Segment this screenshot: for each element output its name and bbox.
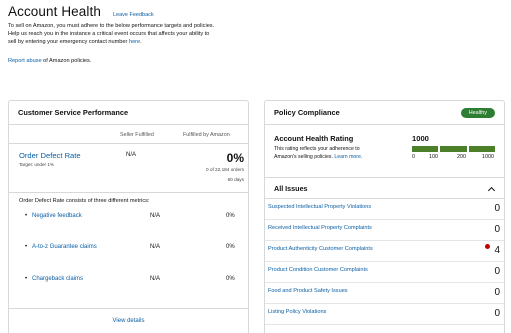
healthy-status-badge: Healthy [460, 107, 495, 118]
csp-panel-header: Customer Service Performance [9, 101, 248, 125]
intro-line-3: sell by entering your emergency contact … [8, 38, 258, 46]
metric-fba-value: 0% [226, 276, 235, 282]
metric-row-negative-feedback: • Negative feedback N/A 0% [9, 213, 248, 223]
tick-label: 100 [429, 154, 438, 160]
alert-icon [485, 244, 490, 249]
col-fulfilled-by-amazon: Fulfilled by Amazon [183, 132, 230, 138]
tick-label: 0 [412, 154, 415, 160]
chevron-up-icon[interactable] [488, 185, 495, 192]
policy-compliance-panel: Policy Compliance Healthy Account Health… [264, 100, 505, 333]
issue-product-authenticity-link[interactable]: Product Authenticity Customer Complaints [268, 246, 373, 252]
account-health-rating: Account Health Rating This rating reflec… [274, 134, 499, 160]
intro-line-3-suffix: . [140, 39, 142, 46]
ahr-description: This rating reflects your adherence to A… [274, 146, 394, 161]
leave-feedback-link[interactable]: Leave Feedback [113, 12, 154, 18]
ahr-desc-line-2: Amazon's selling policies. Learn more. [274, 154, 394, 162]
issue-listing-policy-link[interactable]: Listing Policy Violations [268, 309, 326, 315]
metric-seller-value: N/A [150, 276, 161, 282]
csp-column-headers: Seller Fulfilled Fulfilled by Amazon [9, 132, 248, 141]
order-defect-rate-link[interactable]: Order Defect Rate [19, 151, 81, 160]
bullet: • [25, 244, 28, 250]
odr-target: Target: under 1% [19, 162, 54, 167]
learn-more-link[interactable]: Learn more. [334, 154, 362, 160]
issue-row: Product Condition Customer Complaints 0 [265, 262, 504, 283]
pc-panel-header: Policy Compliance Healthy [265, 101, 504, 125]
rating-bar-segment [440, 146, 467, 152]
negative-feedback-link[interactable]: Negative feedback [32, 213, 82, 219]
col-seller-fulfilled: Seller Fulfilled [120, 132, 154, 138]
odr-seller-value: N/A [126, 152, 137, 158]
customer-service-performance-panel: Customer Service Performance Seller Fulf… [8, 100, 249, 333]
intro-line-2: Help us reach you in the instance a crit… [8, 31, 210, 38]
chargeback-claims-link[interactable]: Chargeback claims [32, 276, 83, 282]
issue-food-product-safety-link[interactable]: Food and Product Safety Issues [268, 288, 348, 294]
all-issues-title: All Issues [274, 183, 308, 193]
issue-row: Suspected Intellectual Property Violatio… [265, 199, 504, 220]
pc-title: Policy Compliance [274, 108, 340, 117]
divider [9, 143, 248, 144]
ahr-desc-line-2-text: Amazon's selling policies. [274, 153, 335, 160]
issue-count: 0 [494, 287, 500, 298]
intro-line-3-text: sell by entering your emergency contact … [8, 39, 129, 46]
report-abuse-line: Report abuse of Amazon policies. [8, 58, 91, 64]
issue-row: Received Intellectual Property Complaint… [265, 220, 504, 241]
issue-row: Food and Product Safety Issues 0 [265, 283, 504, 304]
issue-count: 0 [494, 308, 500, 319]
rating-bar-segment [412, 146, 439, 152]
issue-row: Listing Policy Violations 0 [265, 304, 504, 325]
odr-fba-value: 0% [226, 151, 244, 165]
metric-row-a-to-z-claims: • A-to-z Guarantee claims N/A 0% [9, 244, 248, 254]
metric-seller-value: N/A [150, 244, 161, 250]
issue-count: 0 [494, 203, 500, 214]
page-header: Account Health Leave Feedback To sell on… [8, 4, 308, 47]
metric-seller-value: N/A [150, 213, 161, 219]
ahr-title: Account Health Rating [274, 134, 354, 143]
metric-fba-value: 0% [226, 244, 235, 250]
page-title: Account Health [8, 4, 101, 19]
ahr-score: 1000 [412, 134, 429, 143]
divider [9, 192, 248, 193]
csp-title: Customer Service Performance [18, 108, 129, 117]
issue-count: 4 [494, 245, 500, 256]
emergency-contact-link[interactable]: here [129, 39, 140, 45]
bullet: • [25, 213, 28, 219]
a-to-z-claims-link[interactable]: A-to-z Guarantee claims [32, 244, 97, 250]
metric-fba-value: 0% [226, 213, 235, 219]
intro-line-1: To sell on Amazon, you must adhere to th… [8, 23, 215, 29]
title-row: Account Health Leave Feedback [8, 4, 308, 19]
odr-consists-text: Order Defect Rate consists of three diff… [19, 198, 150, 204]
odr-fba-orders: 0 of 22,184 orders [205, 167, 244, 172]
metric-row-chargeback-claims: • Chargeback claims N/A 0% [9, 276, 248, 286]
tick-label: 200 [457, 154, 466, 160]
intro-text: To sell on Amazon, you must adhere to th… [8, 22, 258, 47]
divider [9, 308, 248, 309]
issue-row: Product Authenticity Customer Complaints… [265, 241, 504, 262]
odr-fba-days: 60 days [227, 177, 244, 182]
all-issues-header[interactable]: All Issues [265, 177, 504, 199]
issue-suspected-ip-violations-link[interactable]: Suspected Intellectual Property Violatio… [268, 204, 371, 210]
view-details-link[interactable]: View details [9, 318, 248, 324]
rating-bar-segment [468, 146, 495, 152]
ahr-rating-bar [412, 146, 495, 152]
issue-count: 0 [494, 224, 500, 235]
issue-product-condition-link[interactable]: Product Condition Customer Complaints [268, 267, 368, 273]
report-abuse-link[interactable]: Report abuse [8, 58, 42, 64]
report-abuse-suffix: of Amazon policies. [41, 58, 92, 64]
tick-label: 1000 [482, 154, 494, 160]
ahr-desc-line-1: This rating reflects your adherence to [274, 146, 360, 152]
order-defect-rate-row: Order Defect Rate Target: under 1% N/A 0… [19, 151, 244, 182]
issue-received-ip-complaints-link[interactable]: Received Intellectual Property Complaint… [268, 225, 372, 231]
bullet: • [25, 276, 28, 282]
issue-count: 0 [494, 266, 500, 277]
